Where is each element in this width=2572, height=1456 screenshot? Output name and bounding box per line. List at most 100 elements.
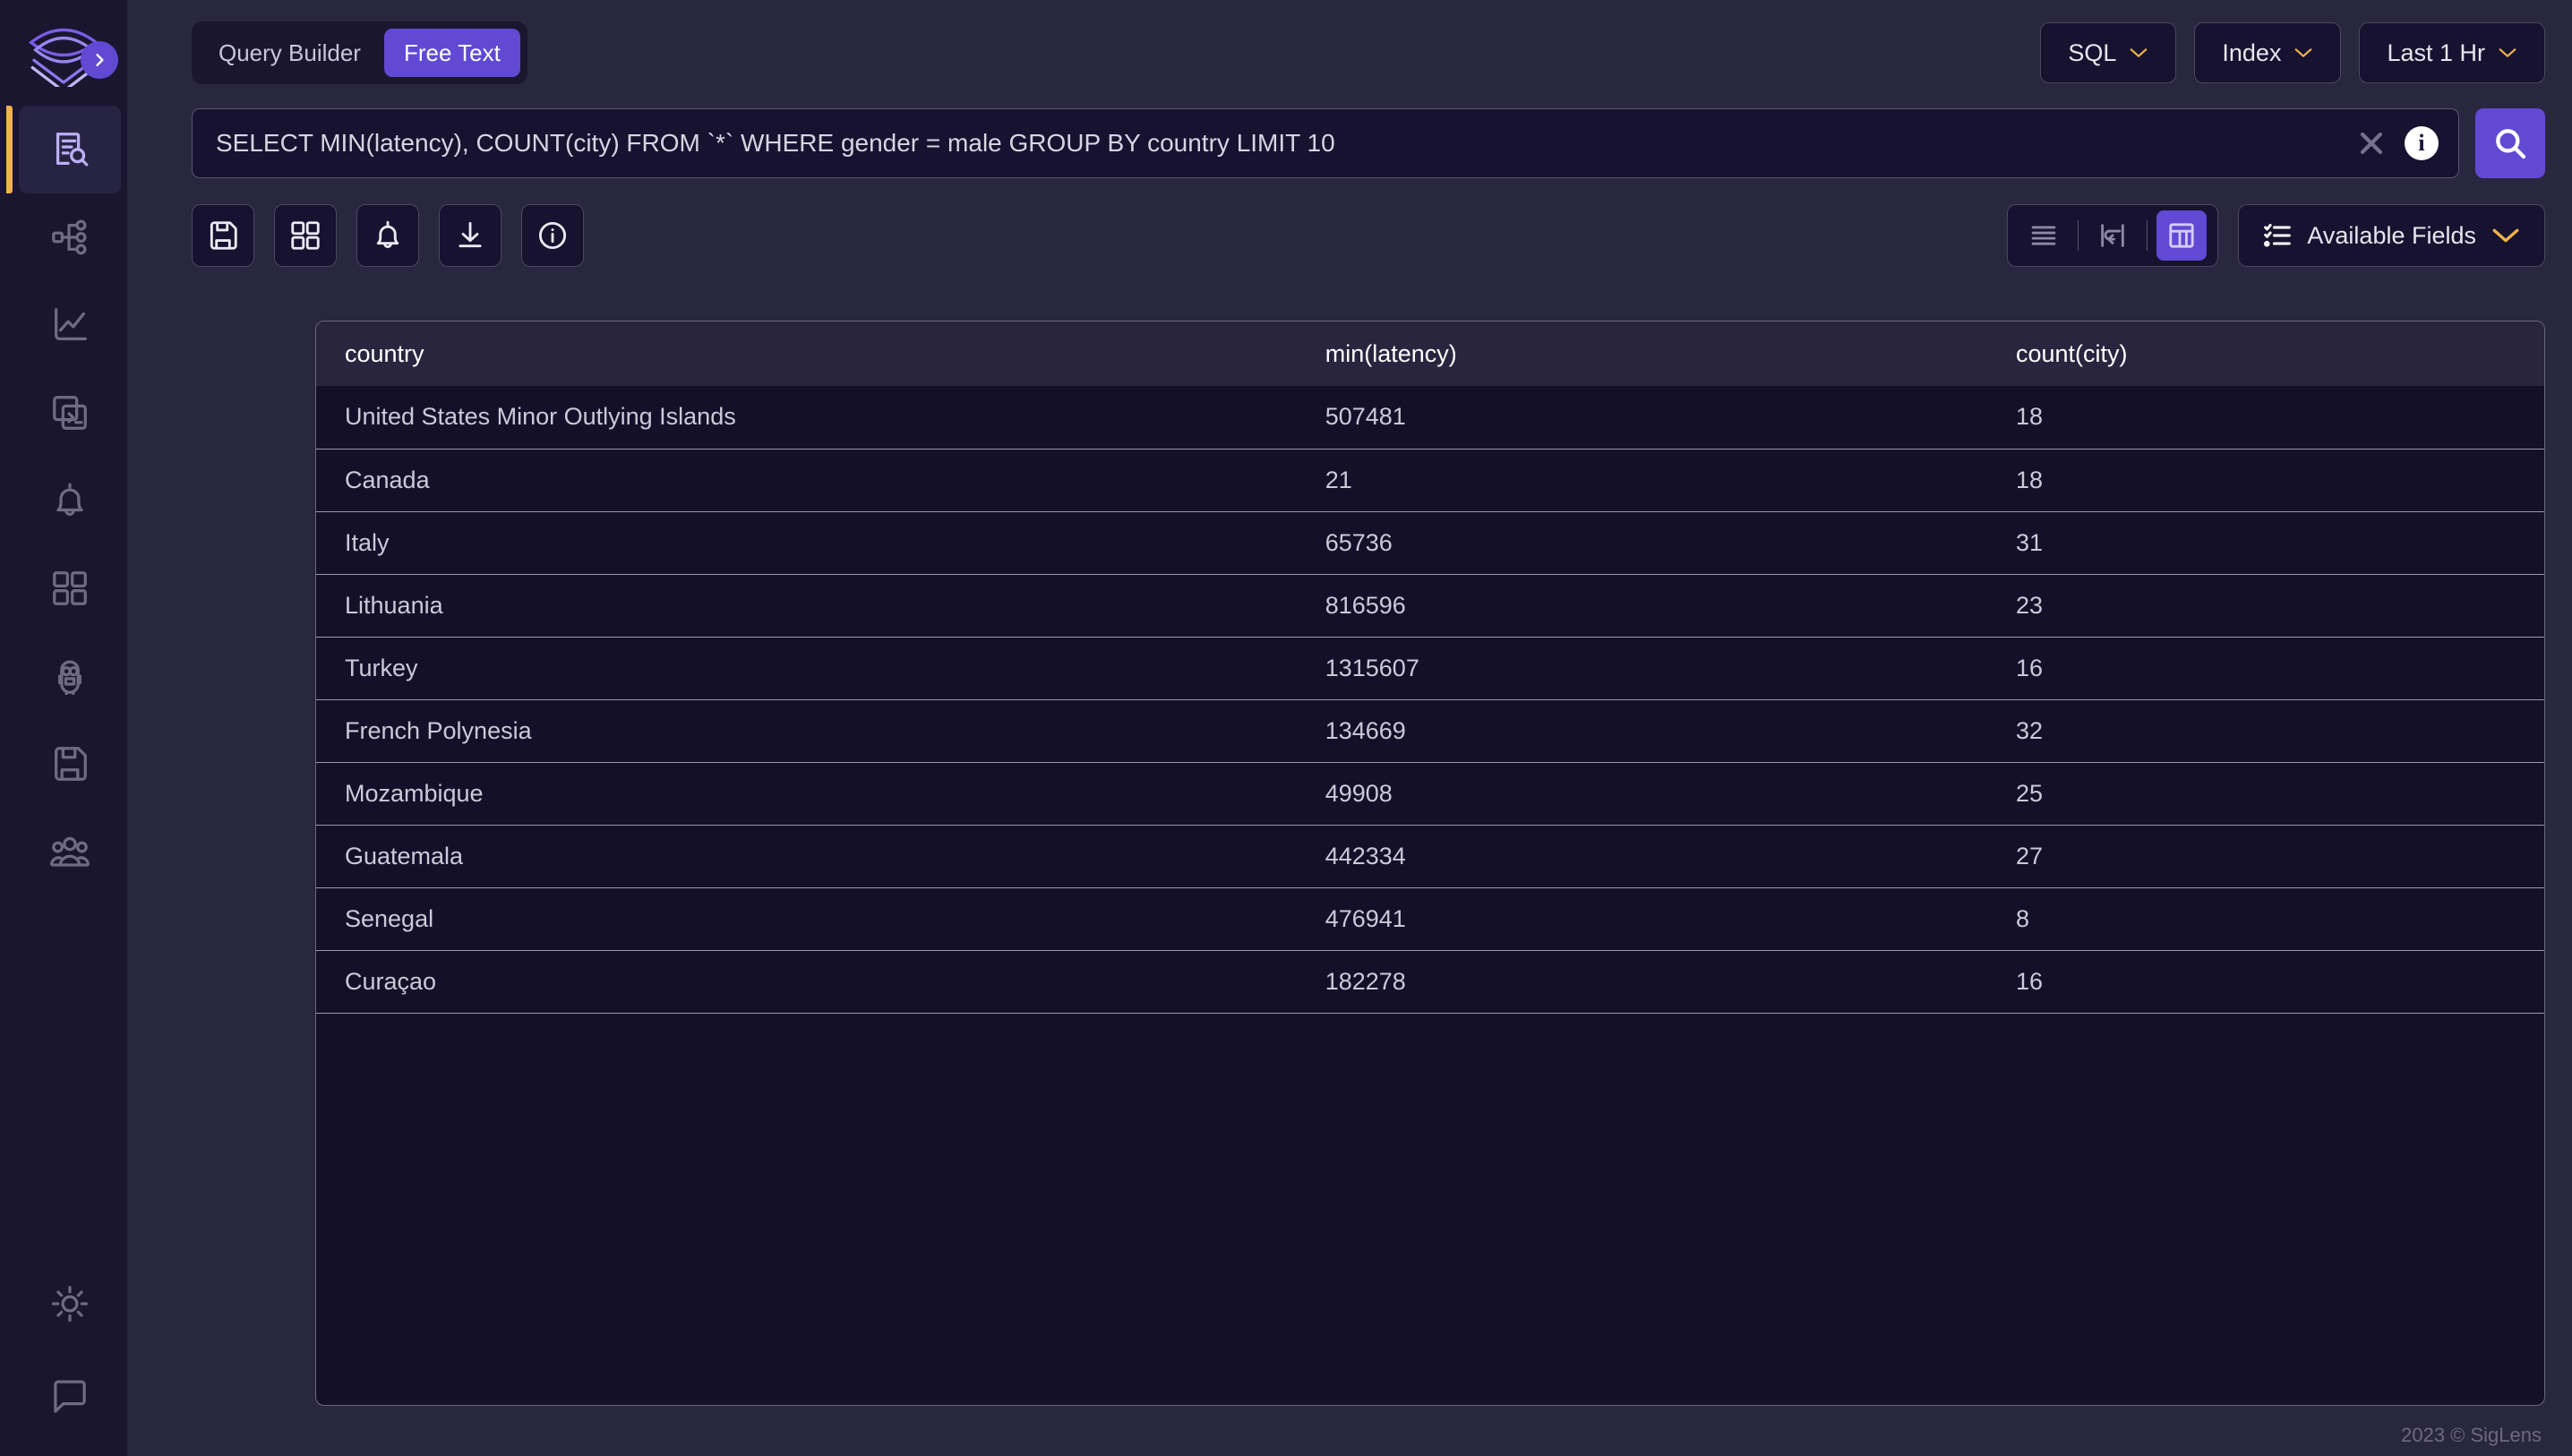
table-header: country min(latency) count(city) [316,321,2544,386]
table-row[interactable]: Senegal 476941 8 [316,887,2544,950]
terminal-window-icon [53,396,87,430]
query-mode-toggle: Query Builder Free Text [192,21,527,84]
view-mode-group [2007,204,2219,267]
table-row[interactable]: Guatemala 442334 27 [316,825,2544,887]
cell-count-city: 23 [2015,591,2044,619]
chevron-down-icon [2499,48,2516,57]
index-selector[interactable]: Index [2194,22,2342,83]
cell-min-latency: 65736 [1325,528,1393,556]
save-query-button[interactable] [192,204,254,267]
grid-squares-icon [53,571,87,605]
create-alert-button[interactable] [356,204,419,267]
sidebar-item-logs-search[interactable] [6,106,121,193]
table-row[interactable]: Lithuania 816596 23 [316,574,2544,637]
checklist-icon [2264,224,2292,247]
download-results-button[interactable] [439,204,502,267]
theme-toggle-button[interactable] [19,1266,121,1341]
brand-logo-area [0,0,127,106]
table-row[interactable]: Canada 21 18 [316,449,2544,511]
main-content: Query Builder Free Text SQL Index Last 1… [127,0,2572,1456]
info-circle-outline-icon [538,221,567,250]
available-fields-button[interactable]: Available Fields [2238,204,2545,267]
table-view-button[interactable] [2156,210,2208,261]
cell-country: Guatemala [345,842,464,869]
sidebar-item-alerting[interactable] [19,457,121,544]
cell-min-latency: 507481 [1325,403,1406,431]
cell-count-city: 8 [2015,904,2030,932]
tab-free-text[interactable]: Free Text [383,29,520,77]
chat-bubble-icon [54,1380,86,1413]
cell-count-city: 18 [2015,403,2044,431]
sidebar-item-minion-searches[interactable] [19,632,121,720]
search-input[interactable]: SELECT MIN(latency), COUNT(city) FROM `*… [216,129,2338,158]
results-panel: country min(latency) count(city) United … [315,321,2545,1406]
run-search-button[interactable] [2475,108,2545,178]
cell-min-latency: 21 [1325,466,1352,493]
cell-country: Curaçao [345,967,437,995]
cell-country: Lithuania [345,591,443,619]
sidebar-item-tracing[interactable] [19,193,121,281]
cell-country: Senegal [345,904,434,932]
magnifier-icon [2496,129,2526,159]
topbar: Query Builder Free Text SQL Index Last 1… [127,0,2572,106]
index-label: Index [2222,39,2282,66]
tab-query-builder[interactable]: Query Builder [199,29,381,77]
column-header-country[interactable]: country [316,321,1297,386]
cell-count-city: 31 [2015,528,2044,556]
cell-min-latency: 134669 [1325,716,1406,744]
footer-copyright: 2023 © SigLens [2401,1424,2542,1446]
table-row[interactable]: French Polynesia 134669 32 [316,699,2544,762]
table-grid-icon [2169,223,2194,248]
sun-theme-icon [51,1285,89,1323]
query-info-button[interactable] [521,204,584,267]
table-row[interactable]: United States Minor Outlying Islands 507… [316,386,2544,449]
available-fields-label: Available Fields [2307,221,2476,249]
query-language-label: SQL [2068,39,2117,66]
list-lines-icon [2032,226,2056,245]
column-header-count-city[interactable]: count(city) [1987,321,2544,386]
query-language-selector[interactable]: SQL [2040,22,2177,83]
feedback-button[interactable] [19,1359,121,1435]
chevron-right-icon [96,54,104,66]
cell-count-city: 32 [2015,716,2044,744]
cell-country: Mozambique [345,779,484,807]
sidebar-item-metrics[interactable] [19,281,121,369]
query-input-container[interactable]: SELECT MIN(latency), COUNT(city) FROM `*… [192,108,2459,178]
sidebar-collapse-button[interactable] [81,41,118,79]
cell-count-city: 16 [2015,654,2044,681]
close-x-icon[interactable] [2356,128,2387,158]
info-circle-icon[interactable]: i [2405,126,2439,160]
wrap-lines-button[interactable] [2088,210,2138,261]
cell-min-latency: 816596 [1325,591,1406,619]
sidebar-item-live-tail[interactable] [19,369,121,457]
toolbar-right: Available Fields [2007,204,2545,267]
table-row[interactable]: Mozambique 49908 25 [316,762,2544,825]
cell-country: Turkey [345,654,418,681]
cell-country: Canada [345,466,430,493]
cell-min-latency: 49908 [1325,779,1393,807]
cell-count-city: 16 [2015,967,2044,995]
cell-min-latency: 476941 [1325,904,1406,932]
left-sidebar [0,0,127,1456]
line-chart-icon [55,308,87,340]
sidebar-item-saved-queries[interactable] [19,720,121,808]
results-toolbar: Available Fields [127,181,2572,270]
add-to-dashboard-button[interactable] [274,204,337,267]
sidebar-item-usage-stats[interactable] [19,808,121,895]
list-view-button[interactable] [2019,210,2069,261]
results-table: country min(latency) count(city) United … [316,321,2544,1014]
toolbar-actions [192,204,584,267]
time-range-selector[interactable]: Last 1 Hr [2359,22,2545,83]
cell-country: French Polynesia [345,716,532,744]
table-row[interactable]: Italy 65736 31 [316,511,2544,574]
topbar-selectors: SQL Index Last 1 Hr [2040,22,2545,83]
table-row[interactable]: Curaçao 182278 16 [316,950,2544,1013]
bell-icon [56,483,83,516]
toolbar-divider [2078,220,2079,251]
floppy-save-icon [210,221,237,250]
cell-country: Italy [345,528,390,556]
table-row[interactable]: Turkey 1315607 16 [316,637,2544,699]
column-header-min-latency[interactable]: min(latency) [1297,321,1987,386]
chevron-down-icon [2492,228,2519,243]
sidebar-item-dashboards[interactable] [19,544,121,632]
